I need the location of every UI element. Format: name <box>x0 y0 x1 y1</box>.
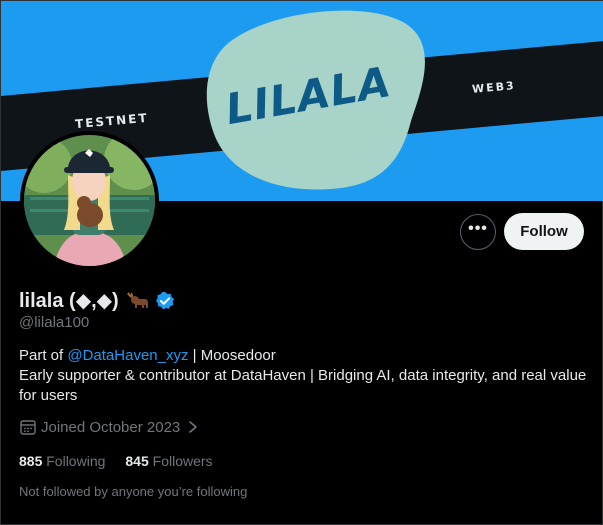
verified-badge-icon[interactable] <box>155 291 175 311</box>
profile-frame: TESTNET WEB3 LILALA ••• Follow lilala (◆… <box>0 0 603 525</box>
chevron-right-icon <box>186 420 200 434</box>
display-name-row: lilala (◆,◆) <box>19 288 175 313</box>
avatar[interactable] <box>20 131 159 270</box>
user-handle: @lilala100 <box>19 314 90 331</box>
more-icon: ••• <box>468 220 488 237</box>
bio-prefix: Part of <box>19 347 68 364</box>
bio-mention-link[interactable]: @DataHaven_xyz <box>67 347 188 364</box>
follow-button[interactable]: Follow <box>504 213 584 250</box>
following-label: Following <box>46 453 106 469</box>
moose-emoji-icon <box>125 291 149 311</box>
calendar-icon <box>19 418 37 436</box>
avatar-illustration <box>24 135 155 266</box>
bio-suffix: | Moosedoor <box>188 347 276 364</box>
bio-line-1: Part of @DataHaven_xyz | Moosedoor <box>19 346 589 366</box>
more-options-button[interactable]: ••• <box>460 214 496 250</box>
followers-label: Followers <box>152 453 213 469</box>
profile-bio: Part of @DataHaven_xyz | Moosedoor Early… <box>19 346 589 406</box>
followers-count: 845 <box>125 453 149 469</box>
bio-line-2: Early supporter & contributor at DataHav… <box>19 367 587 404</box>
joined-date-row[interactable]: Joined October 2023 <box>19 418 200 436</box>
mutual-followers-note: Not followed by anyone you’re following <box>19 484 248 499</box>
follow-stats: 885 Following 845 Followers <box>19 453 213 469</box>
following-count: 885 <box>19 453 43 469</box>
joined-date-text: Joined October 2023 <box>41 418 181 436</box>
followers-stat[interactable]: 845 Followers <box>125 453 212 469</box>
display-name: lilala (◆,◆) <box>19 290 119 312</box>
following-stat[interactable]: 885 Following <box>19 453 105 469</box>
